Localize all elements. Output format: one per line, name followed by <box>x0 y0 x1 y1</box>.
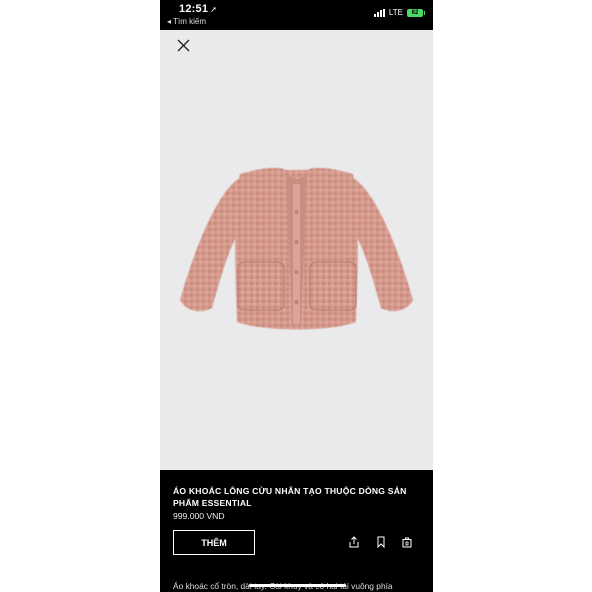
home-indicator <box>249 584 346 587</box>
bag-icon[interactable] <box>401 536 413 548</box>
signal-icon <box>373 8 385 17</box>
network-label: LTE <box>388 8 403 17</box>
product-info-panel: ÁO KHOÁC LÔNG CỪU NHÂN TẠO THUỘC DÒNG SẢ… <box>160 470 433 592</box>
jacket-photo <box>180 167 413 330</box>
product-title: ÁO KHOÁC LÔNG CỪU NHÂN TẠO THUỘC DÒNG SẢ… <box>173 486 407 508</box>
back-to-search-link[interactable]: ◂ Tìm kiếm <box>167 17 206 26</box>
status-time: 12:51 ➚ <box>179 3 217 15</box>
location-icon: ➚ <box>210 5 218 14</box>
product-image-area <box>160 30 433 470</box>
status-bar: 12:51 ➚ ◂ Tìm kiếm LTE 62 <box>160 0 433 30</box>
status-indicators: LTE 62 <box>373 8 425 17</box>
close-icon[interactable] <box>174 36 192 54</box>
phone-screen: 12:51 ➚ ◂ Tìm kiếm LTE 62 ÁO KHOÁC LÔNG … <box>160 0 433 592</box>
clock-text: 12:51 <box>179 3 209 15</box>
bookmark-icon[interactable] <box>375 536 387 548</box>
battery-icon: 62 <box>407 8 425 17</box>
share-icon[interactable] <box>348 536 360 548</box>
product-price: 999.000 VND <box>173 511 225 521</box>
add-to-bag-button[interactable]: THÊM <box>173 530 255 555</box>
